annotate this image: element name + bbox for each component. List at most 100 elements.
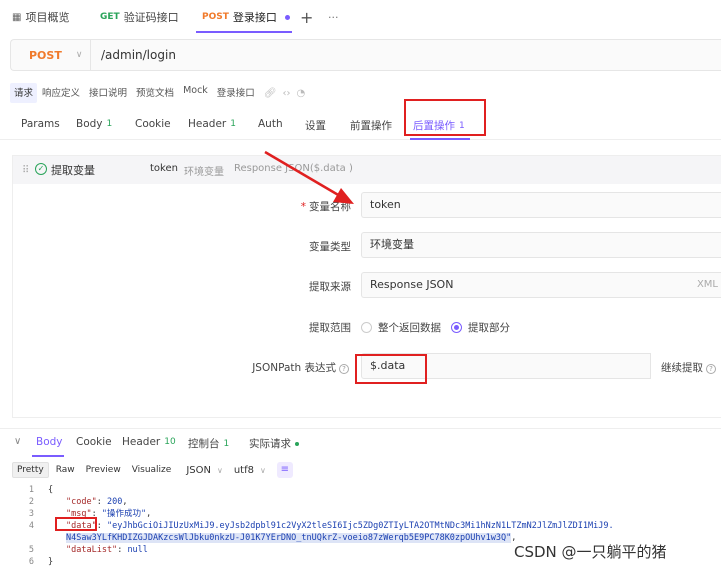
request-subtabs: 请求 响应定义 接口说明 预览文档 Mock 登录接口 🔗︎ ‹› ◔ [10, 83, 305, 103]
radio-on-icon [451, 322, 462, 333]
continue-extract-text: 继续提取 [661, 362, 703, 374]
add-tab-button[interactable]: + [300, 0, 313, 34]
line-number: 2 [28, 497, 34, 507]
collapse-chevron-icon[interactable]: ∨ [14, 436, 21, 447]
var-name-input[interactable]: token [361, 192, 721, 218]
count-badge: 10 [164, 437, 176, 447]
tab-params[interactable]: Params [21, 118, 60, 130]
subtab-api-name[interactable]: 登录接口 [213, 83, 259, 103]
summary-type: 环境变量 [183, 166, 224, 178]
line-number: 6 [28, 557, 34, 567]
link-icon[interactable]: 🔗︎ [264, 88, 277, 99]
mode-visualize[interactable]: Visualize [128, 463, 176, 477]
tab-label: Cookie [76, 436, 112, 448]
tab-label: Params [21, 118, 60, 130]
url-input[interactable]: /admin/login [101, 40, 176, 70]
json-key: "code" [66, 497, 97, 507]
summary-var: token [150, 162, 178, 174]
line-number: 3 [28, 509, 34, 519]
help-icon[interactable]: ? [706, 364, 716, 374]
json-tail: , [122, 497, 128, 507]
subtab-mock[interactable]: Mock [179, 83, 212, 103]
tab-pre-ops[interactable]: 前置操作 [350, 118, 392, 133]
tab-login-api[interactable]: POST 登录接口 [202, 0, 290, 34]
jsonpath-label: JSONPath 表达式? [229, 360, 349, 375]
resp-tab-console[interactable]: 控制台 1 [188, 436, 229, 451]
scope-part-label: 提取部分 [468, 322, 510, 334]
code-line: 3 "msg": "操作成功", [0, 508, 721, 520]
check-circle-icon[interactable]: ✓ [35, 163, 47, 175]
tab-label: Body [36, 436, 63, 448]
continue-extract-label[interactable]: 继续提取? [661, 360, 716, 375]
json-value: N4Saw3YLfKHDIZGJDAKzcsWlJbku0nkzU-J01K7Y… [66, 533, 512, 543]
format-bar: Pretty Raw Preview Visualize JSON ∨ utf8 ∨… [12, 461, 293, 479]
tab-project-overview[interactable]: ▦ 项目概览 [12, 0, 69, 34]
json-sep: : [96, 497, 107, 507]
method-badge: GET [100, 12, 120, 22]
tab-label: 设置 [305, 120, 326, 132]
unsaved-dot-icon [284, 14, 290, 20]
var-type-select[interactable]: 环境变量 [361, 232, 721, 258]
chevron-down-icon: ∨ [216, 465, 223, 475]
chevron-down-icon: ∨ [75, 50, 83, 60]
source-value: Response JSON [370, 278, 454, 291]
more-tabs-button[interactable]: ··· [328, 0, 339, 34]
tab-label: Body [76, 118, 103, 130]
jsonpath-label-text: JSONPath 表达式 [252, 362, 336, 374]
subtab-api-doc[interactable]: 接口说明 [85, 83, 131, 103]
line-number: 1 [28, 485, 34, 495]
scope-part-radio[interactable]: 提取部分 [451, 320, 510, 335]
code-text: } [48, 557, 54, 567]
tab-label: Header [188, 118, 227, 130]
var-name-label-text: 变量名称 [309, 201, 351, 213]
method-badge: POST [202, 12, 229, 22]
code-icon[interactable]: ‹› [283, 88, 291, 99]
active-tab-indicator [410, 138, 470, 140]
resp-tab-header[interactable]: Header 10 [122, 436, 176, 448]
mode-raw[interactable]: Raw [52, 463, 79, 477]
status-dot-icon [295, 441, 299, 446]
wrap-lines-icon[interactable]: ≡ [276, 462, 293, 478]
line-number: 5 [28, 545, 34, 555]
tab-header[interactable]: Header 1 [188, 118, 236, 130]
subtab-response-def[interactable]: 响应定义 [38, 83, 84, 103]
type-select[interactable]: JSON ∨ [186, 465, 223, 476]
subtab-request[interactable]: 请求 [10, 83, 38, 103]
mode-preview[interactable]: Preview [82, 463, 125, 477]
resp-tab-actual-request[interactable]: 实际请求 [249, 436, 299, 451]
tab-label: Auth [258, 118, 283, 130]
scope-all-radio[interactable]: 整个返回数据 [361, 320, 441, 335]
summary-source: Response JSON($.data ) [233, 162, 353, 174]
tab-captcha-api[interactable]: GET 验证码接口 [100, 0, 179, 34]
tab-auth[interactable]: Auth [258, 118, 283, 130]
method-select[interactable]: POST ∨ [11, 40, 91, 70]
resp-tab-body[interactable]: Body [36, 436, 63, 448]
json-value: "eyJhbGciOiJIUzUxMiJ9.eyJsb2dpbl91c2VyX2… [106, 521, 614, 531]
grid-icon: ▦ [12, 11, 22, 23]
tab-bar: ▦ 项目概览 GET 验证码接口 POST 登录接口 + ··· [0, 0, 721, 34]
type-value: JSON [186, 464, 211, 476]
source-option-xml[interactable]: XML [697, 273, 718, 297]
tab-cookie[interactable]: Cookie [135, 118, 171, 130]
resp-tab-cookie[interactable]: Cookie [76, 436, 112, 448]
extract-row-header[interactable]: ⠿ ✓ 提取变量 token 环境变量 Response JSON($.data… [13, 156, 721, 184]
active-tab-indicator [196, 31, 292, 33]
param-tabs: Params Body 1 Cookie Header 1 Auth 设置 前置操作… [0, 112, 721, 140]
code-text: { [48, 485, 54, 495]
tab-body[interactable]: Body 1 [76, 118, 112, 130]
method-value: POST [29, 48, 62, 62]
help-icon[interactable]: ? [339, 364, 349, 374]
encoding-select[interactable]: utf8 ∨ [234, 465, 266, 476]
var-type-label: 变量类型 [309, 241, 351, 253]
active-tab-indicator [32, 455, 64, 457]
subtab-preview-doc[interactable]: 预览文档 [132, 83, 178, 103]
mode-pretty[interactable]: Pretty [12, 462, 49, 478]
tab-settings[interactable]: 设置 [305, 118, 326, 133]
source-select[interactable]: Response JSON XML [361, 272, 721, 298]
drag-handle-icon[interactable]: ⠿ [22, 165, 29, 176]
count-badge: 1 [223, 438, 230, 449]
count-badge: 1 [106, 119, 113, 129]
history-icon[interactable]: ◔ [297, 88, 306, 99]
subtab-icons: 🔗︎ ‹› ◔ [264, 83, 305, 103]
required-mark: * [300, 201, 306, 213]
